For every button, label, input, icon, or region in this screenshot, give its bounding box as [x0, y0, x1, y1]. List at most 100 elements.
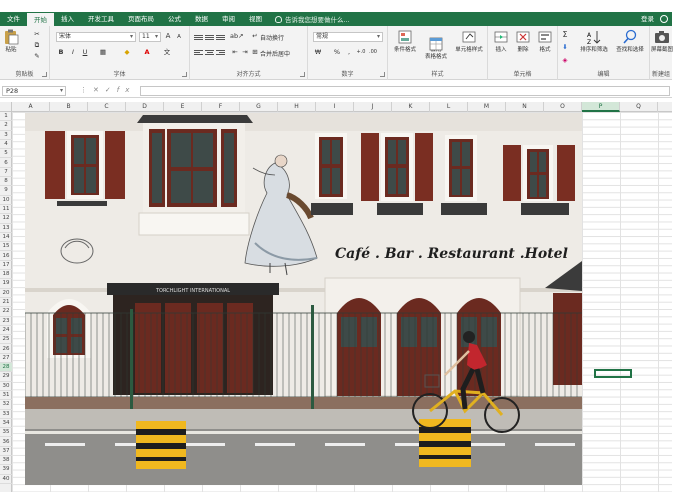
row-header-4[interactable]: 4 [0, 140, 12, 150]
tab-formulas[interactable]: 公式 [161, 12, 188, 26]
row-header-17[interactable]: 17 [0, 261, 12, 271]
format-painter-icon[interactable]: ✎ [32, 52, 42, 61]
column-header-D[interactable]: D [126, 102, 164, 112]
column-header-I[interactable]: I [316, 102, 354, 112]
bold-button[interactable]: B [56, 48, 66, 57]
column-header-G[interactable]: G [240, 102, 278, 112]
row-header-12[interactable]: 12 [0, 214, 12, 224]
row-header-18[interactable]: 18 [0, 270, 12, 280]
font-color-icon[interactable]: A [142, 48, 152, 57]
column-header-H[interactable]: H [278, 102, 316, 112]
currency-icon[interactable]: ₩ [313, 48, 323, 57]
row-header-31[interactable]: 31 [0, 391, 12, 401]
paste-button[interactable]: 粘贴 [3, 29, 19, 54]
column-header-P[interactable]: P [582, 102, 620, 112]
row-header-16[interactable]: 16 [0, 252, 12, 261]
row-header-23[interactable]: 23 [0, 317, 12, 326]
font-name-select[interactable]: 宋体 [56, 32, 136, 42]
tab-data[interactable]: 数据 [188, 12, 215, 26]
column-header-M[interactable]: M [468, 102, 506, 112]
align-right-icon[interactable] [216, 49, 225, 57]
row-header-32[interactable]: 32 [0, 400, 12, 410]
number-format-select[interactable]: 常规 [313, 32, 383, 42]
row-header-34[interactable]: 34 [0, 419, 12, 429]
find-select-button[interactable]: 查找和选择 [612, 29, 648, 54]
column-header-L[interactable]: L [430, 102, 468, 112]
align-center-icon[interactable] [205, 49, 214, 57]
login-link[interactable]: 登录 [641, 12, 654, 26]
row-header-2[interactable]: 2 [0, 121, 12, 131]
row-header-21[interactable]: 21 [0, 298, 12, 308]
format-as-table-button[interactable]: 套用 表格格式 [420, 29, 452, 61]
row-header-25[interactable]: 25 [0, 335, 12, 345]
decrease-indent-icon[interactable]: ⇤ [230, 48, 240, 57]
row-header-38[interactable]: 38 [0, 456, 12, 466]
row-header-39[interactable]: 39 [0, 465, 12, 475]
alignment-launcher-icon[interactable] [300, 72, 305, 77]
row-header-15[interactable]: 15 [0, 242, 12, 252]
column-header-K[interactable]: K [392, 102, 430, 112]
tab-insert[interactable]: 插入 [54, 12, 81, 26]
tab-page-layout[interactable]: 页面布局 [121, 12, 161, 26]
increase-indent-icon[interactable]: ⇥ [240, 48, 250, 57]
row-header-24[interactable]: 24 [0, 326, 12, 336]
tab-file[interactable]: 文件 [0, 12, 27, 26]
insert-cells-button[interactable]: 插入 [490, 29, 512, 54]
tab-home[interactable]: 开始 [27, 12, 54, 26]
column-header-C[interactable]: C [88, 102, 126, 112]
clear-icon[interactable]: ◈ [560, 56, 570, 65]
row-header-1[interactable]: 1 [0, 112, 12, 122]
column-header-N[interactable]: N [506, 102, 544, 112]
grow-font-button[interactable]: A [163, 32, 173, 41]
cut-icon[interactable]: ✂ [32, 30, 42, 39]
copy-icon[interactable]: ⧉ [32, 41, 42, 50]
select-all-corner[interactable] [0, 102, 12, 112]
column-header-A[interactable]: A [12, 102, 50, 112]
row-header-8[interactable]: 8 [0, 177, 12, 187]
decrease-decimal-icon[interactable]: .00 [368, 48, 378, 57]
orientation-icon[interactable]: ab↗ [230, 32, 244, 41]
row-header-7[interactable]: 7 [0, 168, 12, 178]
tab-view[interactable]: 视图 [242, 12, 269, 26]
fx-icon[interactable]: fx [117, 86, 136, 94]
format-cells-button[interactable]: 格式 [534, 29, 556, 54]
font-launcher-icon[interactable] [182, 72, 187, 77]
underline-button[interactable]: U [80, 48, 90, 57]
column-header-O[interactable]: O [544, 102, 582, 112]
row-header-19[interactable]: 19 [0, 279, 12, 289]
row-header-11[interactable]: 11 [0, 205, 12, 215]
row-header-9[interactable]: 9 [0, 186, 12, 196]
cancel-icon[interactable]: ✕ [93, 86, 105, 94]
border-icon[interactable]: ▦ [98, 48, 108, 57]
user-icon[interactable] [660, 15, 668, 23]
shrink-font-button[interactable]: A [174, 33, 184, 42]
row-header-20[interactable]: 20 [0, 289, 12, 298]
comma-button[interactable]: , [344, 48, 354, 57]
column-header-B[interactable]: B [50, 102, 88, 112]
number-launcher-icon[interactable] [380, 72, 385, 77]
font-size-select[interactable]: 11 [139, 32, 161, 42]
merge-center-button[interactable]: 合并后居中 [260, 49, 290, 58]
row-header-6[interactable]: 6 [0, 159, 12, 168]
row-header-37[interactable]: 37 [0, 447, 12, 457]
merge-icon[interactable]: ⊞ [250, 48, 260, 57]
wrap-text-button[interactable]: 自动换行 [260, 33, 284, 42]
delete-cells-button[interactable]: 删除 [512, 29, 534, 54]
sort-filter-button[interactable]: AZ 排序和筛选 [576, 29, 612, 54]
row-header-35[interactable]: 35 [0, 428, 12, 438]
more-icon[interactable]: ⋮ [80, 86, 93, 94]
row-header-40[interactable]: 40 [0, 475, 12, 484]
tab-review[interactable]: 审阅 [215, 12, 242, 26]
column-header-F[interactable]: F [202, 102, 240, 112]
italic-button[interactable]: I [68, 48, 78, 57]
tab-developer[interactable]: 开发工具 [81, 12, 121, 26]
row-header-5[interactable]: 5 [0, 149, 12, 159]
row-header-28[interactable]: 28 [0, 363, 12, 373]
row-header-22[interactable]: 22 [0, 307, 12, 317]
row-header-33[interactable]: 33 [0, 410, 12, 419]
row-header-26[interactable]: 26 [0, 345, 12, 354]
row-header-36[interactable]: 36 [0, 438, 12, 447]
increase-decimal-icon[interactable]: +.0 [356, 48, 366, 57]
fill-icon[interactable]: ⬇ [560, 43, 570, 52]
row-header-10[interactable]: 10 [0, 196, 12, 205]
